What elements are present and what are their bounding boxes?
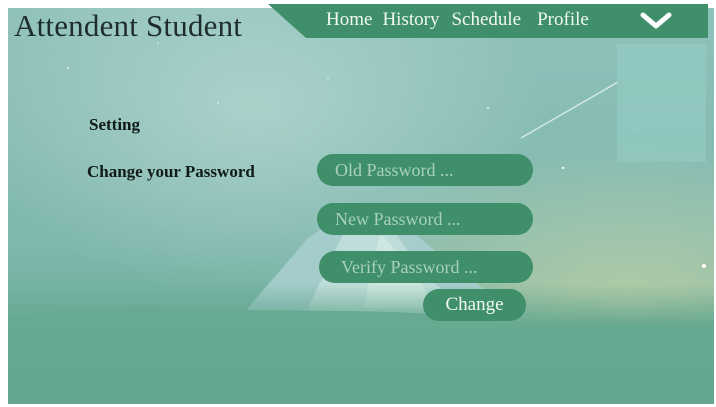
nav-history[interactable]: History — [382, 9, 439, 33]
ground-overlay — [8, 284, 714, 404]
verify-password-input[interactable] — [319, 251, 533, 283]
main-nav: Home History Schedule Profile — [326, 9, 599, 33]
app-title: Attendent Student — [14, 8, 243, 43]
settings-heading: Setting — [89, 115, 140, 134]
old-password-input[interactable] — [317, 154, 533, 186]
nav-schedule[interactable]: Schedule — [451, 9, 521, 33]
change-button[interactable]: Change — [423, 289, 526, 321]
dropdown-panel — [617, 44, 706, 162]
nav-profile[interactable]: Profile — [537, 9, 589, 33]
nav-home[interactable]: Home — [326, 9, 372, 33]
new-password-input[interactable] — [317, 203, 533, 235]
chevron-down-icon[interactable] — [640, 12, 672, 30]
change-password-label: Change your Password — [87, 162, 255, 181]
